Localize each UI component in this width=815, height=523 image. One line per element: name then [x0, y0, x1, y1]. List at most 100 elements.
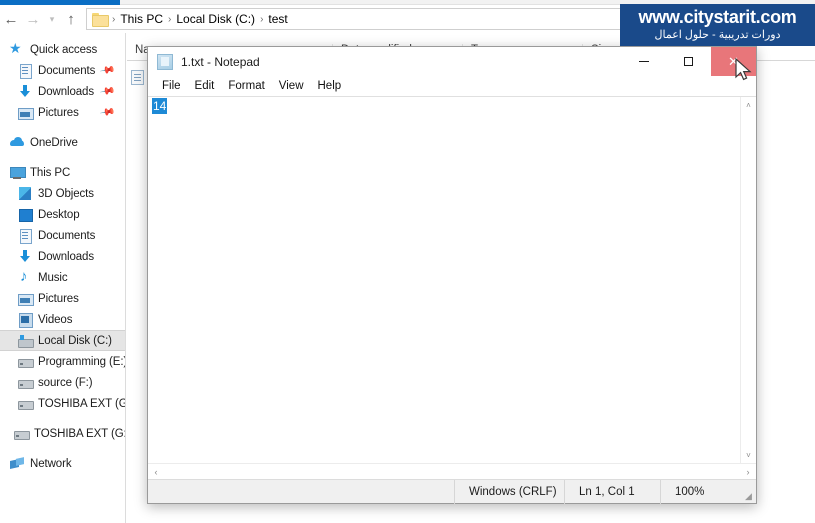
- pin-icon[interactable]: 📌: [99, 104, 116, 120]
- sidebar-item-label: This PC: [30, 166, 71, 179]
- cloud-icon: [10, 136, 24, 150]
- sidebar-item-label: Programming (E:): [38, 355, 126, 368]
- sidebar-item-label: Pictures: [38, 292, 79, 305]
- sidebar-item-label: Downloads: [38, 250, 94, 263]
- scroll-right-icon[interactable]: ›: [740, 464, 756, 480]
- star-icon: [9, 40, 24, 57]
- breadcrumb-item-this-pc[interactable]: This PC: [117, 12, 166, 26]
- drive-icon: [18, 376, 34, 390]
- notepad-window[interactable]: 1.txt - Notepad ✕ File Edit Format View …: [147, 46, 757, 504]
- sidebar-item-label: Downloads: [38, 85, 94, 98]
- chevron-down-icon[interactable]: ▾: [44, 8, 60, 30]
- forward-arrow-icon[interactable]: →: [22, 8, 44, 30]
- sidebar-item-toshiba-ext-g-child[interactable]: TOSHIBA EXT (G:): [0, 393, 125, 414]
- sidebar-item-videos[interactable]: Videos: [0, 309, 125, 330]
- notepad-icon: [157, 53, 173, 70]
- sidebar-item-downloads[interactable]: Downloads: [0, 246, 125, 267]
- sidebar-item-toshiba-ext-g[interactable]: TOSHIBA EXT (G:): [0, 423, 125, 444]
- drive-icon: [18, 397, 34, 411]
- breadcrumb-item-test[interactable]: test: [265, 12, 290, 26]
- notepad-title: 1.txt - Notepad: [181, 54, 260, 69]
- sidebar-item-label: Desktop: [38, 208, 80, 221]
- sidebar-item-label: TOSHIBA EXT (G:): [38, 397, 126, 410]
- scroll-up-icon[interactable]: ˄: [741, 97, 757, 113]
- pin-icon[interactable]: 📌: [99, 83, 116, 99]
- sidebar-item-label: Documents: [38, 229, 96, 242]
- menu-file[interactable]: File: [155, 76, 188, 96]
- sidebar-item-label: Videos: [38, 313, 73, 326]
- local-disk-icon: [18, 334, 34, 348]
- sidebar-item-programming-e[interactable]: Programming (E:): [0, 351, 125, 372]
- window-controls: ✕: [621, 47, 756, 76]
- navigation-pane[interactable]: Quick access Documents 📌 Downloads 📌 Pic…: [0, 33, 126, 523]
- drive-icon: [18, 355, 34, 369]
- watermark-title: www.citystarit.com: [638, 7, 797, 27]
- sidebar-item-pictures[interactable]: Pictures: [0, 288, 125, 309]
- maximize-icon[interactable]: [666, 47, 711, 76]
- resize-grip-icon[interactable]: ◢: [745, 492, 753, 501]
- sidebar-item-desktop[interactable]: Desktop: [0, 204, 125, 225]
- document-icon: [18, 228, 32, 244]
- sidebar-item-quick-access[interactable]: Quick access: [0, 39, 125, 60]
- ribbon-active-tab-indicator[interactable]: [0, 0, 120, 5]
- sidebar-item-onedrive[interactable]: OneDrive: [0, 132, 125, 153]
- sidebar-item-local-disk-c[interactable]: Local Disk (C:): [0, 330, 125, 351]
- notepad-text-area[interactable]: 14: [148, 97, 740, 463]
- download-icon: [18, 249, 32, 264]
- scroll-down-icon[interactable]: ˅: [741, 447, 757, 463]
- sidebar-item-downloads-quick[interactable]: Downloads 📌: [0, 81, 125, 102]
- sidebar-item-documents-quick[interactable]: Documents 📌: [0, 60, 125, 81]
- folder-icon: [92, 13, 109, 27]
- sidebar-item-label: 3D Objects: [38, 187, 94, 200]
- sidebar-item-pictures-quick[interactable]: Pictures 📌: [0, 102, 125, 123]
- breadcrumb-item-local-disk[interactable]: Local Disk (C:): [173, 12, 258, 26]
- menu-format[interactable]: Format: [221, 76, 271, 96]
- document-icon: [18, 63, 32, 79]
- sidebar-item-label: OneDrive: [30, 136, 78, 149]
- sidebar-item-network[interactable]: Network: [0, 453, 125, 474]
- notepad-menu-bar[interactable]: File Edit Format View Help: [148, 76, 756, 96]
- pin-icon[interactable]: 📌: [99, 62, 116, 78]
- menu-help[interactable]: Help: [311, 76, 349, 96]
- horizontal-scrollbar[interactable]: ‹ ›: [148, 463, 756, 479]
- videos-icon: [18, 312, 33, 328]
- scroll-left-icon[interactable]: ‹: [148, 464, 164, 480]
- 3d-objects-icon: [18, 186, 32, 201]
- minimize-icon[interactable]: [621, 47, 666, 76]
- sidebar-item-label: Music: [38, 271, 68, 284]
- up-arrow-icon[interactable]: ↑: [60, 8, 82, 30]
- notepad-title-bar[interactable]: 1.txt - Notepad ✕: [148, 47, 756, 76]
- sidebar-item-music[interactable]: Music: [0, 267, 125, 288]
- menu-view[interactable]: View: [272, 76, 311, 96]
- file-list-item[interactable]: [131, 67, 144, 87]
- notepad-body: 14 ˄ ˅: [148, 96, 756, 463]
- sidebar-item-this-pc[interactable]: This PC: [0, 162, 125, 183]
- sidebar-item-documents[interactable]: Documents: [0, 225, 125, 246]
- back-arrow-icon[interactable]: ←: [0, 8, 22, 30]
- selected-text[interactable]: 14: [152, 98, 168, 114]
- sidebar-item-label: TOSHIBA EXT (G:): [34, 427, 126, 440]
- breadcrumb-separator: ›: [260, 13, 264, 25]
- breadcrumb-separator: ›: [168, 13, 172, 25]
- pictures-icon: [18, 106, 34, 120]
- sidebar-item-source-f[interactable]: source (F:): [0, 372, 125, 393]
- status-encoding: Windows (CRLF): [454, 479, 564, 504]
- computer-icon: [10, 166, 26, 180]
- watermark-subtitle: دورات تدريبية - حلول اعمال: [654, 29, 781, 41]
- pictures-icon: [18, 292, 34, 306]
- network-icon: [10, 457, 24, 471]
- menu-edit[interactable]: Edit: [188, 76, 222, 96]
- sidebar-item-label: Documents: [38, 64, 96, 77]
- sidebar-item-3d-objects[interactable]: 3D Objects: [0, 183, 125, 204]
- vertical-scrollbar[interactable]: ˄ ˅: [740, 97, 756, 463]
- breadcrumb-separator: ›: [112, 13, 116, 25]
- music-icon: [18, 268, 32, 285]
- close-icon[interactable]: ✕: [711, 47, 756, 76]
- drive-icon: [14, 427, 30, 441]
- text-file-icon: [131, 69, 144, 85]
- notepad-status-bar: Windows (CRLF) Ln 1, Col 1 100% ◢: [148, 479, 756, 504]
